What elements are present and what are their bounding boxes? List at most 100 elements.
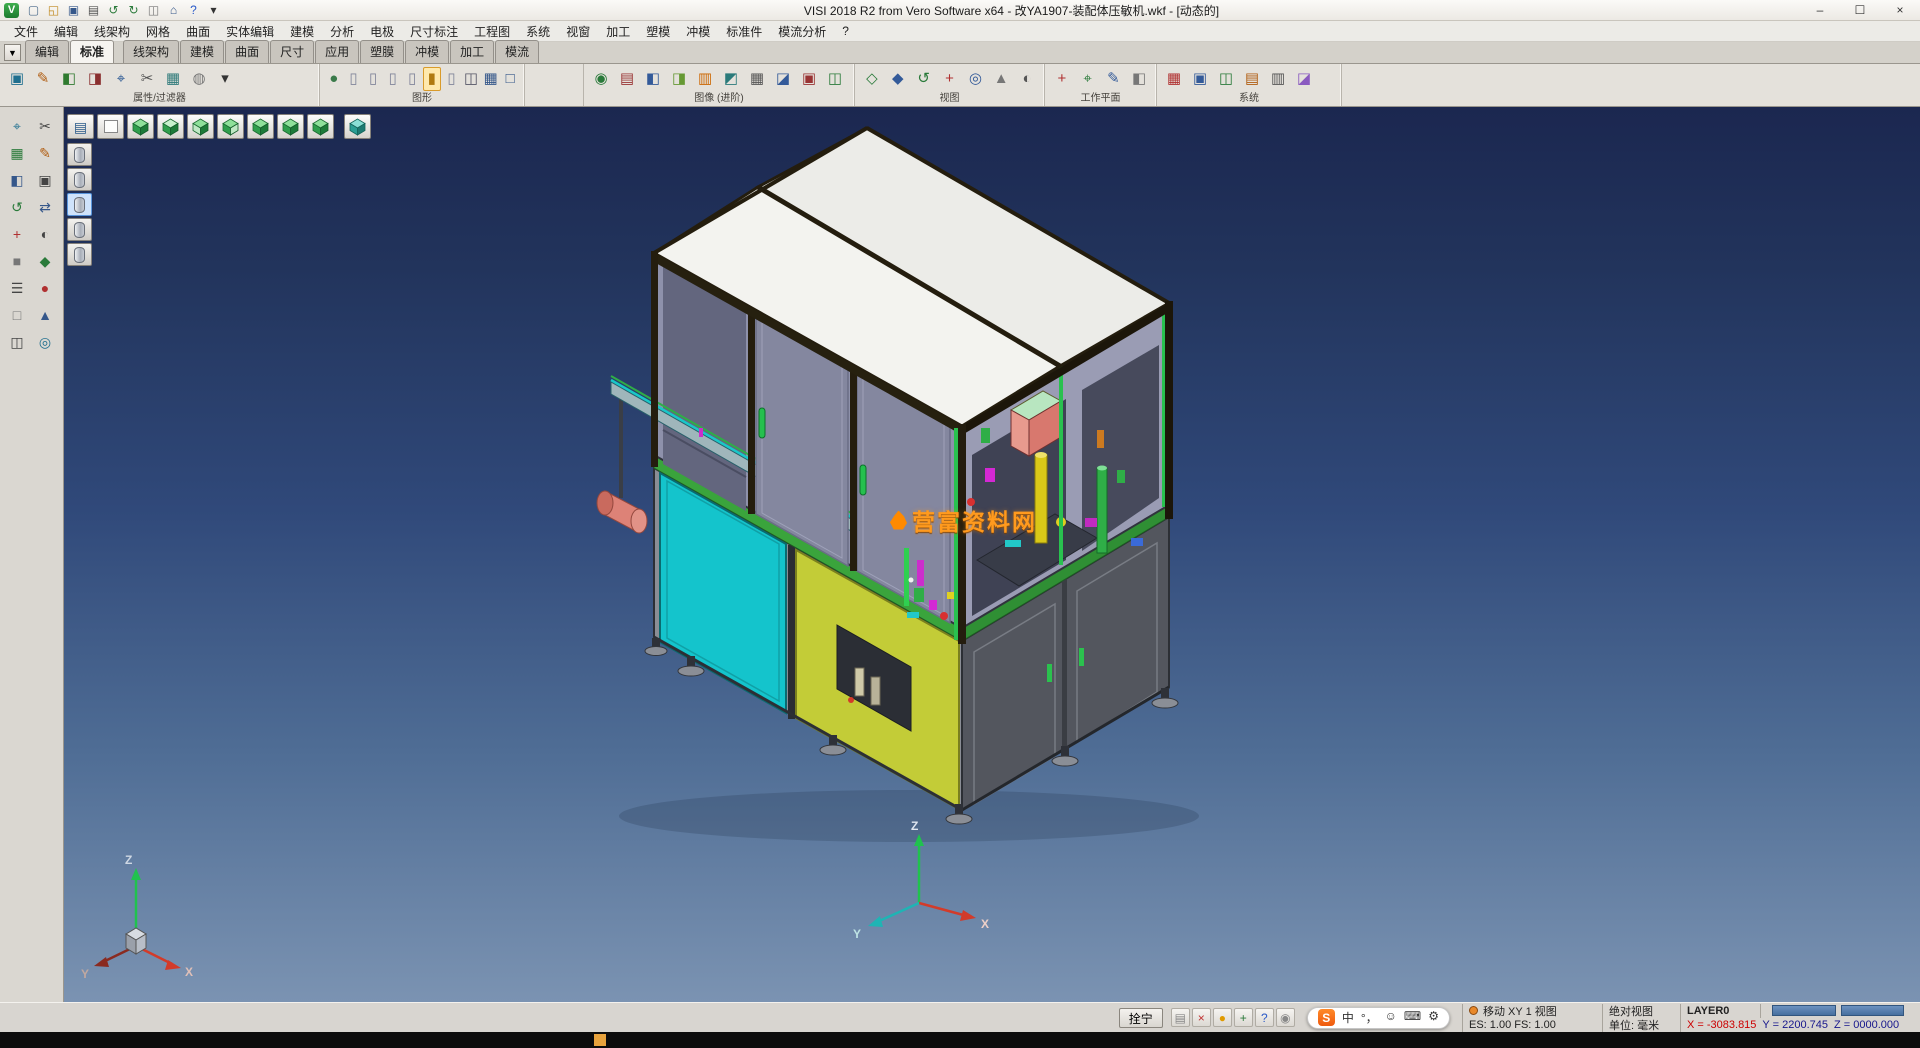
view-mode-indicator[interactable]: 移动 XY 1 视图 (1462, 1004, 1602, 1018)
display-filter-3-button[interactable] (67, 193, 92, 216)
ribbon-icon-button[interactable]: ✂ (135, 67, 159, 91)
ribbon-icon-button[interactable]: ◇ (860, 67, 884, 91)
ribbon-icon-button[interactable]: ▦ (745, 67, 769, 91)
ribbon-icon-button[interactable]: ▥ (693, 67, 717, 91)
ribbon-icon-button[interactable]: ◧ (641, 67, 665, 91)
quick-access-button[interactable]: ▾ (204, 2, 223, 19)
ribbon-icon-button[interactable]: ▮ (423, 67, 441, 91)
ribbon-icon-button[interactable]: ◪ (771, 67, 795, 91)
sidebar-tool-button[interactable]: ✂ (32, 114, 58, 138)
view-cube-shaded-button[interactable] (344, 114, 371, 139)
ribbon-icon-button[interactable]: ◧ (1127, 67, 1151, 91)
sidebar-tool-button[interactable]: ▣ (32, 168, 58, 192)
quick-access-button[interactable]: ↺ (104, 2, 123, 19)
ime-button[interactable]: ⚙ (1428, 1009, 1439, 1026)
ribbon-icon-button[interactable]: ▦ (482, 67, 500, 91)
tab[interactable]: 线架构 (123, 40, 179, 63)
menu-item[interactable]: 塑模 (638, 21, 678, 42)
display-filter-2-button[interactable] (67, 168, 92, 191)
sidebar-tool-button[interactable]: ◎ (32, 330, 58, 354)
status-icon[interactable]: × (1192, 1008, 1211, 1027)
view-cube-front-button[interactable] (187, 114, 214, 139)
quick-access-button[interactable]: ▣ (64, 2, 83, 19)
maximize-button[interactable]: ☐ (1840, 0, 1880, 21)
ribbon-icon-button[interactable]: ◫ (1214, 67, 1238, 91)
tab-dropdown-button[interactable]: ▼ (4, 44, 21, 61)
ribbon-icon-button[interactable]: ▲ (989, 67, 1013, 91)
sidebar-tool-button[interactable]: + (4, 222, 30, 246)
tab[interactable]: 建模 (180, 40, 224, 63)
minimize-button[interactable]: – (1800, 0, 1840, 21)
absolute-view-indicator[interactable]: 绝对视图 (1602, 1004, 1680, 1018)
ribbon-icon-button[interactable]: ▤ (615, 67, 639, 91)
view-cube-left-button[interactable] (277, 114, 304, 139)
view-blank-button[interactable] (97, 114, 124, 139)
status-icon[interactable]: + (1234, 1008, 1253, 1027)
quick-access-button[interactable]: ? (184, 2, 203, 19)
ribbon-icon-button[interactable]: ◉ (589, 67, 613, 91)
ribbon-icon-button[interactable]: ▯ (345, 67, 363, 91)
quick-access-button[interactable]: ⌂ (164, 2, 183, 19)
view-cube-right-button[interactable] (217, 114, 244, 139)
sidebar-tool-button[interactable]: ☰ (4, 276, 30, 300)
taskbar-app-icon[interactable] (594, 1034, 606, 1046)
view-cube-top-button[interactable] (157, 114, 184, 139)
ribbon-icon-button[interactable]: ◫ (823, 67, 847, 91)
ribbon-icon-button[interactable]: ✎ (31, 67, 55, 91)
sidebar-tool-button[interactable]: ◧ (4, 168, 30, 192)
ribbon-icon-button[interactable]: ⌖ (109, 67, 133, 91)
sidebar-tool-button[interactable]: ● (32, 276, 58, 300)
menu-item[interactable]: 编辑 (46, 21, 86, 42)
status-icon[interactable]: ? (1255, 1008, 1274, 1027)
ribbon-icon-button[interactable]: ▣ (5, 67, 29, 91)
ribbon-icon-button[interactable]: ▤ (1240, 67, 1264, 91)
menu-item[interactable]: 标准件 (718, 21, 770, 42)
quick-access-button[interactable]: ◫ (144, 2, 163, 19)
ribbon-icon-button[interactable]: ◆ (886, 67, 910, 91)
sidebar-tool-button[interactable]: ⌖ (4, 114, 30, 138)
ribbon-icon-button[interactable]: + (1050, 67, 1074, 91)
tab[interactable]: 模流 (495, 40, 539, 63)
status-icon[interactable]: ● (1213, 1008, 1232, 1027)
ribbon-icon-button[interactable]: + (938, 67, 962, 91)
menu-item[interactable]: 网格 (138, 21, 178, 42)
menu-item[interactable]: 冲模 (678, 21, 718, 42)
windows-taskbar[interactable] (0, 1032, 1920, 1048)
menu-item[interactable]: 系统 (518, 21, 558, 42)
menu-item[interactable]: 电极 (362, 21, 402, 42)
sidebar-tool-button[interactable]: ✎ (32, 141, 58, 165)
ribbon-icon-button[interactable]: ◎ (963, 67, 987, 91)
sidebar-tool-button[interactable]: ◆ (32, 249, 58, 273)
close-button[interactable]: × (1880, 0, 1920, 21)
ribbon-icon-button[interactable]: ▣ (1188, 67, 1212, 91)
ribbon-icon-button[interactable]: ▦ (1162, 67, 1186, 91)
menu-item[interactable]: ? (834, 22, 857, 40)
display-filter-4-button[interactable] (67, 218, 92, 241)
menu-item[interactable]: 建模 (282, 21, 322, 42)
sidebar-tool-button[interactable]: ◐ (32, 222, 58, 246)
menu-item[interactable]: 曲面 (178, 21, 218, 42)
snap-lock-button[interactable]: 拴宁 (1119, 1008, 1163, 1028)
menu-item[interactable]: 分析 (322, 21, 362, 42)
tab[interactable]: 尺寸 (270, 40, 314, 63)
viewport-3d[interactable]: Z X Y Z X Y ▤ (64, 107, 1920, 1002)
ribbon-icon-button[interactable]: ▦ (161, 67, 185, 91)
ribbon-icon-button[interactable]: ◍ (187, 67, 211, 91)
ime-button[interactable]: °， (1361, 1009, 1378, 1026)
ribbon-icon-button[interactable]: ▣ (797, 67, 821, 91)
ribbon-icon-button[interactable]: ◩ (719, 67, 743, 91)
quick-access-button[interactable]: ◱ (44, 2, 63, 19)
ribbon-icon-button[interactable]: ▯ (364, 67, 382, 91)
ribbon-icon-button[interactable]: ▯ (384, 67, 402, 91)
tab[interactable]: 塑膜 (360, 40, 404, 63)
menu-item[interactable]: 视窗 (558, 21, 598, 42)
quick-access-button[interactable]: ▢ (24, 2, 43, 19)
menu-item[interactable]: 尺寸标注 (402, 21, 466, 42)
layer-indicator[interactable]: LAYER0 (1680, 1004, 1760, 1018)
quick-access-button[interactable]: ↻ (124, 2, 143, 19)
ribbon-icon-button[interactable]: ◨ (83, 67, 107, 91)
sidebar-tool-button[interactable]: ⇄ (32, 195, 58, 219)
sidebar-tool-button[interactable]: ↺ (4, 195, 30, 219)
tab[interactable]: 标准 (70, 40, 114, 63)
ribbon-icon-button[interactable]: ▾ (213, 67, 237, 91)
